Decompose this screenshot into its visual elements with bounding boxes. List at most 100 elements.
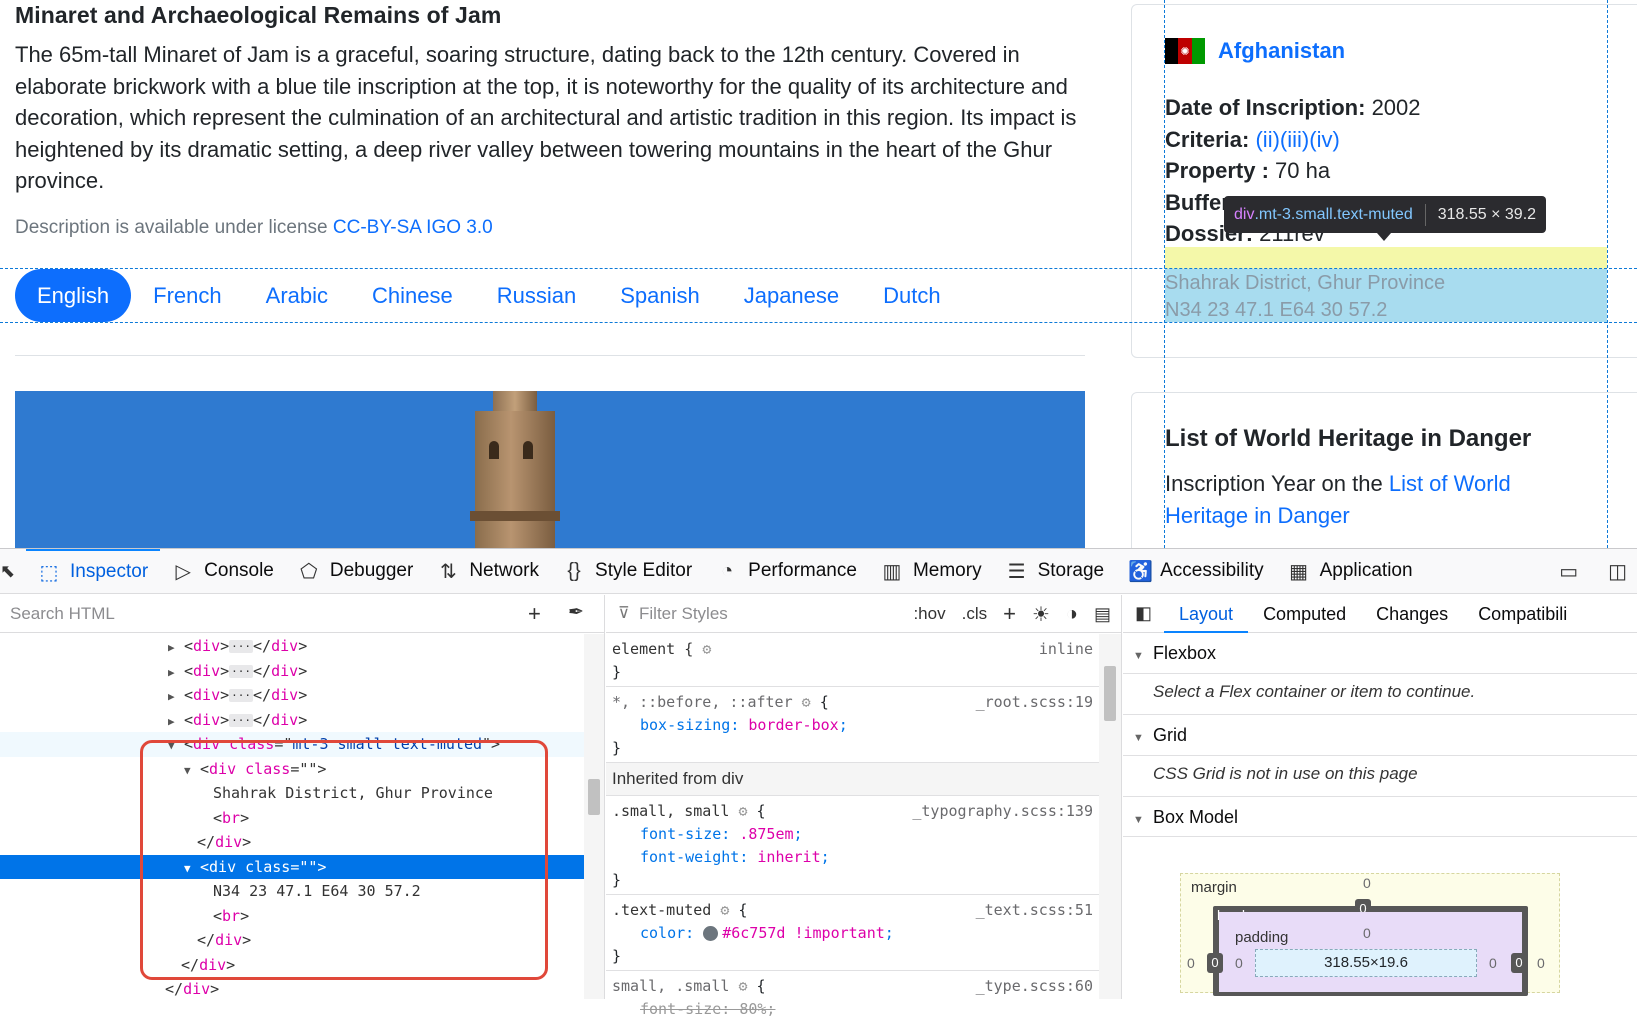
sidebar-tab-computed[interactable]: Computed [1248,595,1361,633]
scrollbar-thumb[interactable] [588,779,600,815]
tab-style-editor[interactable]: {} Style Editor [551,549,704,594]
tab-network[interactable]: ⇅ Network [425,549,551,594]
filter-styles-input[interactable] [606,603,866,624]
search-html-input[interactable] [0,603,520,624]
dark-theme-icon[interactable]: ◑ [1066,603,1078,626]
language-tab-japanese[interactable]: Japanese [722,269,861,322]
collapse-arrow-icon[interactable]: ▼ [184,759,200,784]
language-tab-spanish[interactable]: Spanish [598,269,722,322]
grid-header[interactable]: ▼ Grid [1123,715,1637,755]
language-tab-english[interactable]: English [15,269,132,322]
prop-name[interactable]: box-sizing [640,716,730,734]
color-swatch[interactable] [703,926,719,941]
tree-text-node[interactable]: N34 23 47.1 E64 30 57.2 [0,879,584,904]
ellipsis-icon[interactable]: ··· [229,640,254,653]
language-tab-dutch[interactable]: Dutch [861,269,962,322]
overridden-prop[interactable]: font-size: 80%; [612,998,1099,1021]
hov-toggle[interactable]: :hov [913,604,945,624]
language-tab-arabic[interactable]: Arabic [244,269,350,322]
tree-node-close[interactable]: </div> [0,830,584,855]
prop-value[interactable]: inherit [757,848,820,866]
prop-name[interactable]: font-size [640,825,721,843]
border-right-value[interactable]: 0 [1511,953,1527,973]
expand-arrow-icon[interactable]: ▶ [168,636,184,661]
tab-inspector[interactable]: ⬚ Inspector [26,548,161,594]
responsive-mode-icon[interactable]: ◫ [1608,559,1627,584]
add-node-icon[interactable]: + [528,601,541,627]
toggle-sidebar-icon[interactable]: ◧ [1123,603,1164,624]
content-size[interactable]: 318.55×19.6 [1255,949,1477,977]
tab-debugger[interactable]: ⬠ Debugger [286,549,425,594]
margin-top-value[interactable]: 0 [1363,875,1371,891]
ellipsis-icon[interactable]: ··· [229,664,254,678]
tree-node-inner-div[interactable]: ▼ <div class=""> [0,757,584,782]
tree-node-br[interactable]: <br> [0,904,584,929]
light-theme-icon[interactable]: ☀ [1032,602,1050,627]
criteria-link[interactable]: (iv) [1309,127,1340,152]
tab-performance[interactable]: ◔ Performance [704,549,869,594]
prop-value[interactable]: #6c757d !important [722,924,885,942]
ellipsis-icon[interactable]: ··· [229,689,254,702]
country-link[interactable]: Afghanistan [1218,38,1345,64]
expand-arrow-icon[interactable]: ▶ [168,661,184,686]
language-tab-chinese[interactable]: Chinese [350,269,475,322]
tab-application[interactable]: ▦ Application [1276,549,1425,594]
rule-selector[interactable]: .small, small [612,802,729,820]
ellipsis-icon[interactable]: ··· [229,713,254,727]
border-left-value[interactable]: 0 [1207,953,1223,973]
flexbox-header[interactable]: ▼ Flexbox [1123,633,1637,673]
tree-node[interactable]: ▶ <div> ··· </div> [0,659,584,684]
rule-source[interactable]: _type.scss:60 [976,975,1093,998]
sidebar-tab-compatibili[interactable]: Compatibili [1463,595,1582,633]
rule-source[interactable]: _text.scss:51 [976,899,1093,922]
markup-scrollbar[interactable] [584,634,604,999]
rule-selector[interactable]: *, ::before, ::after [612,693,793,711]
criteria-link[interactable]: (iii) [1280,127,1309,152]
prop-value[interactable]: .875em [739,825,793,843]
padding-top-value[interactable]: 0 [1363,925,1371,941]
add-rule-icon[interactable]: + [1003,601,1016,627]
prop-value[interactable]: border-box [748,716,838,734]
tree-node-br[interactable]: <br> [0,806,584,831]
prop-name[interactable]: font-weight [640,848,739,866]
scrollbar-thumb[interactable] [1104,666,1116,721]
tree-node[interactable]: ▶ <div> ··· </div> [0,683,584,708]
rule-selector[interactable]: small, .small [612,977,729,995]
sidebar-tab-changes[interactable]: Changes [1361,595,1463,633]
collapse-arrow-icon[interactable]: ▼ [168,734,184,759]
tree-node-outer-div[interactable]: ▼ <div class="mt-3 small text-muted"> [0,732,584,757]
margin-left-value[interactable]: 0 [1187,955,1195,971]
prop-name[interactable]: color [640,924,685,942]
tree-node-close[interactable]: </div> [0,928,584,953]
language-tab-russian[interactable]: Russian [475,269,598,322]
padding-left-value[interactable]: 0 [1235,955,1243,971]
tab-memory[interactable]: ▥ Memory [869,549,994,594]
criteria-link[interactable]: (ii) [1255,127,1279,152]
eyedropper-icon[interactable]: ✒ [568,601,584,624]
expand-arrow-icon[interactable]: ▶ [168,710,184,735]
print-media-icon[interactable]: ▤ [1094,604,1111,625]
cls-toggle[interactable]: .cls [962,604,988,624]
license-link[interactable]: CC-BY-SA IGO 3.0 [333,217,493,238]
rule-selector[interactable]: .text-muted [612,901,711,919]
language-tab-french[interactable]: French [131,269,243,322]
expand-arrow-icon[interactable]: ▶ [168,685,184,710]
margin-right-value[interactable]: 0 [1537,955,1545,971]
tab-accessibility[interactable]: ♿ Accessibility [1116,549,1275,594]
tab-console[interactable]: ▷ Console [160,549,286,594]
tree-node-close[interactable]: </div> [0,953,584,978]
rule-selector[interactable]: element { [612,640,693,658]
rule-source[interactable]: _typography.scss:139 [912,800,1093,823]
tree-node[interactable]: ▶ <div> ··· </div> [0,634,584,659]
tree-node-selected[interactable]: ▼ <div class=""> [0,854,584,882]
tree-text-node[interactable]: Shahrak District, Ghur Province [0,781,584,806]
rules-scrollbar[interactable] [1099,634,1121,999]
boxmodel-header[interactable]: ▼ Box Model [1123,797,1637,837]
dock-icon[interactable]: ▭ [1559,559,1578,584]
tree-node-close[interactable]: </div> [0,977,584,1002]
collapse-arrow-icon[interactable]: ▼ [184,857,200,882]
tab-storage[interactable]: ☰ Storage [994,549,1117,594]
padding-right-value[interactable]: 0 [1489,955,1497,971]
rule-source[interactable]: _root.scss:19 [976,691,1093,714]
sidebar-tab-layout[interactable]: Layout [1164,595,1249,633]
